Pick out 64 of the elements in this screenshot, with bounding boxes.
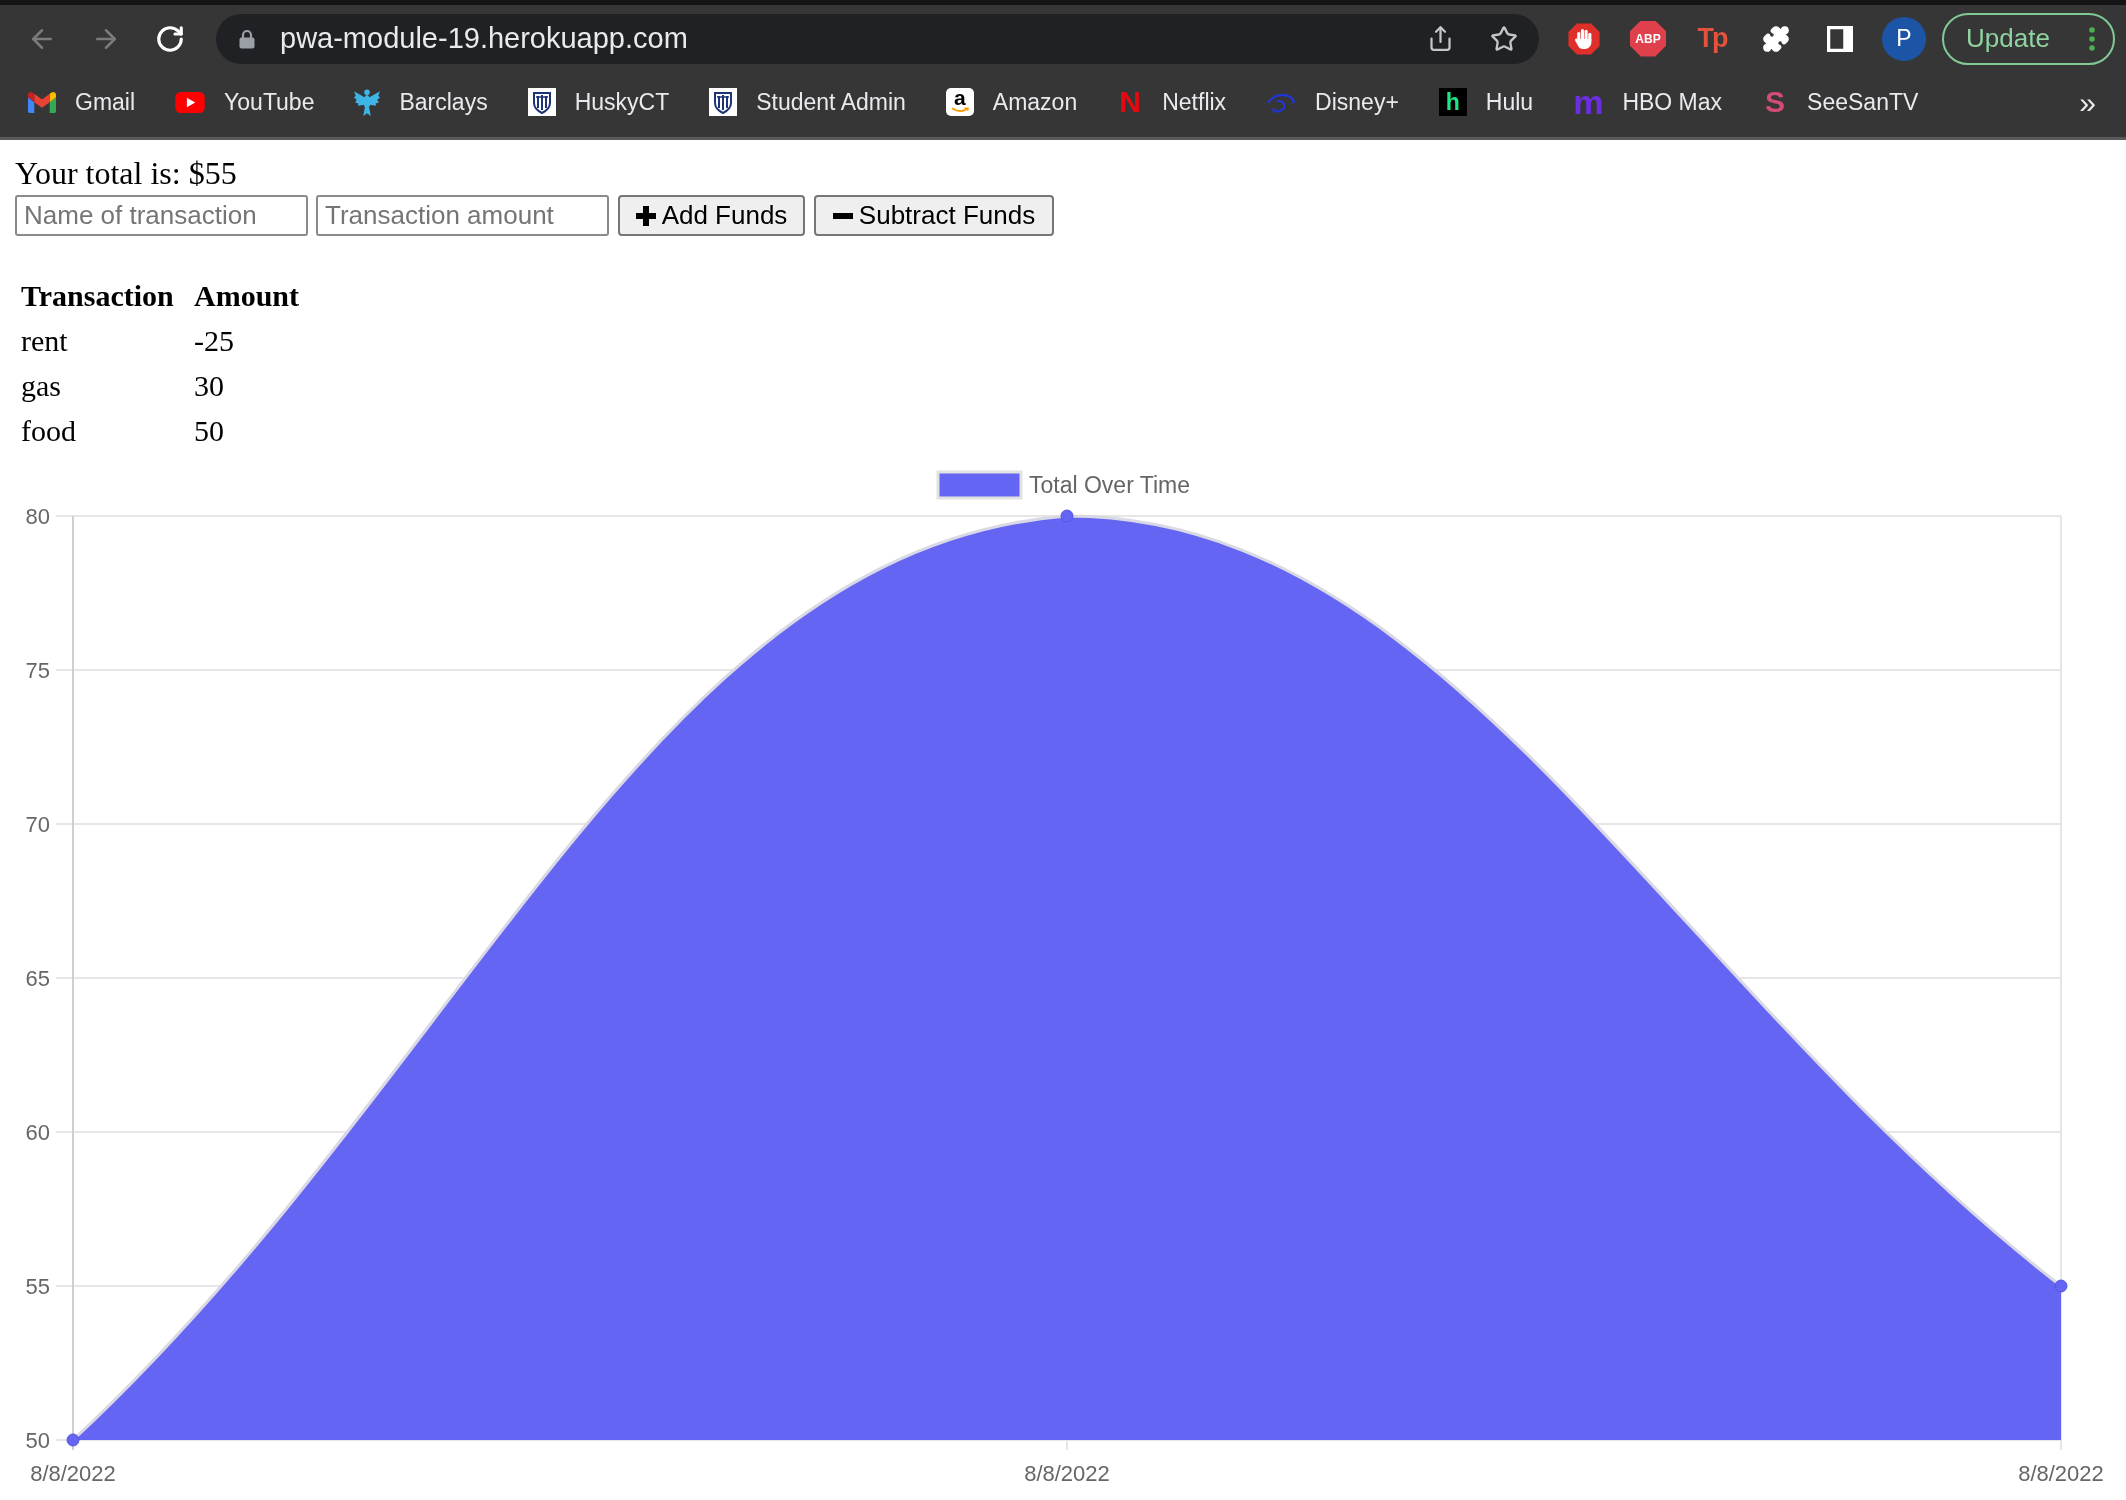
text-field[interactable]: Name of transaction: [15, 195, 308, 236]
bookmark[interactable]: Student Admin: [709, 80, 906, 124]
legend-label: Total Over Time: [1029, 472, 1191, 498]
side-panel-icon: [1827, 25, 1853, 52]
profile-button[interactable]: P: [1882, 16, 1926, 61]
bookmark[interactable]: YouTube: [175, 80, 315, 124]
y-tick-label: 65: [25, 966, 50, 991]
bookmark[interactable]: N Netflix: [1117, 80, 1227, 124]
y-tick-label: 70: [25, 812, 50, 837]
table-cell-text: gas: [21, 368, 62, 404]
bookmark[interactable]: h Hulu: [1438, 80, 1534, 124]
logo-letter: N: [1118, 87, 1143, 117]
x-tick-label: 8/8/2022: [2018, 1461, 2104, 1486]
subtract-button[interactable]: Subtract Funds: [814, 195, 1054, 236]
reload-icon: [155, 23, 185, 54]
update-button[interactable]: Update: [1942, 12, 2115, 65]
bookmark[interactable]: S SeeSanTV: [1762, 80, 1919, 124]
star-icon: [1490, 24, 1518, 53]
y-tick-label: 75: [25, 658, 50, 683]
bookmark[interactable]: HuskyCT: [527, 80, 670, 124]
data-point: [1060, 509, 1074, 523]
puzzle-icon: [1762, 24, 1790, 53]
text-field[interactable]: Transaction amount: [316, 195, 609, 236]
logo-letter: m: [1573, 88, 1604, 116]
minus-icon: [832, 212, 853, 219]
x-tick-label: 8/8/2022: [30, 1461, 116, 1486]
lock-icon: [239, 28, 255, 49]
column-header: Transaction: [21, 278, 175, 314]
extension-button[interactable]: ABP: [1630, 20, 1666, 57]
logo-letter: h: [1438, 88, 1467, 116]
table-cell-text: -25: [194, 323, 235, 359]
add-button[interactable]: Add Funds: [618, 195, 805, 236]
y-tick-label: 55: [25, 1274, 50, 1299]
bird-icon: [354, 88, 381, 116]
stop-hand-icon: [1567, 21, 1601, 56]
column-header: Amount: [194, 278, 299, 314]
more-vertical-icon: [2089, 26, 2095, 51]
crest-icon: [709, 88, 738, 116]
table-cell-text: 50: [194, 413, 225, 449]
y-tick-label: 80: [25, 504, 50, 529]
table-cell-text: food: [21, 413, 77, 449]
bookmark[interactable]: a Amazon: [945, 80, 1078, 124]
smile-icon: [950, 107, 969, 113]
play-icon: [175, 91, 206, 113]
table-cell-text: rent: [21, 323, 69, 359]
bookmark[interactable]: Gmail: [28, 80, 136, 124]
crest-icon: [527, 88, 556, 116]
bookmark[interactable]: Barclays: [354, 80, 488, 124]
url-text: pwa-module-19.herokuapp.com: [280, 20, 689, 56]
mail-icon: [28, 91, 56, 113]
plus-icon: [635, 205, 656, 226]
x-tick-label: 8/8/2022: [1024, 1461, 1110, 1486]
data-point: [66, 1433, 80, 1447]
bookmarks-overflow-button[interactable]: »: [2075, 80, 2100, 124]
y-tick-label: 60: [25, 1120, 50, 1145]
table-cell-text: 30: [194, 368, 225, 404]
total-text: Your total is: $55: [15, 156, 237, 190]
bookmark[interactable]: Disney+: [1266, 80, 1399, 124]
bookmark[interactable]: m HBO Max: [1573, 80, 1723, 124]
logo-letter: S: [1764, 87, 1787, 117]
data-point: [2054, 1279, 2068, 1293]
y-tick-label: 50: [25, 1428, 50, 1453]
logo-letter: a: [954, 88, 966, 107]
address-bar[interactable]: pwa-module-19.herokuapp.com: [216, 13, 1539, 64]
